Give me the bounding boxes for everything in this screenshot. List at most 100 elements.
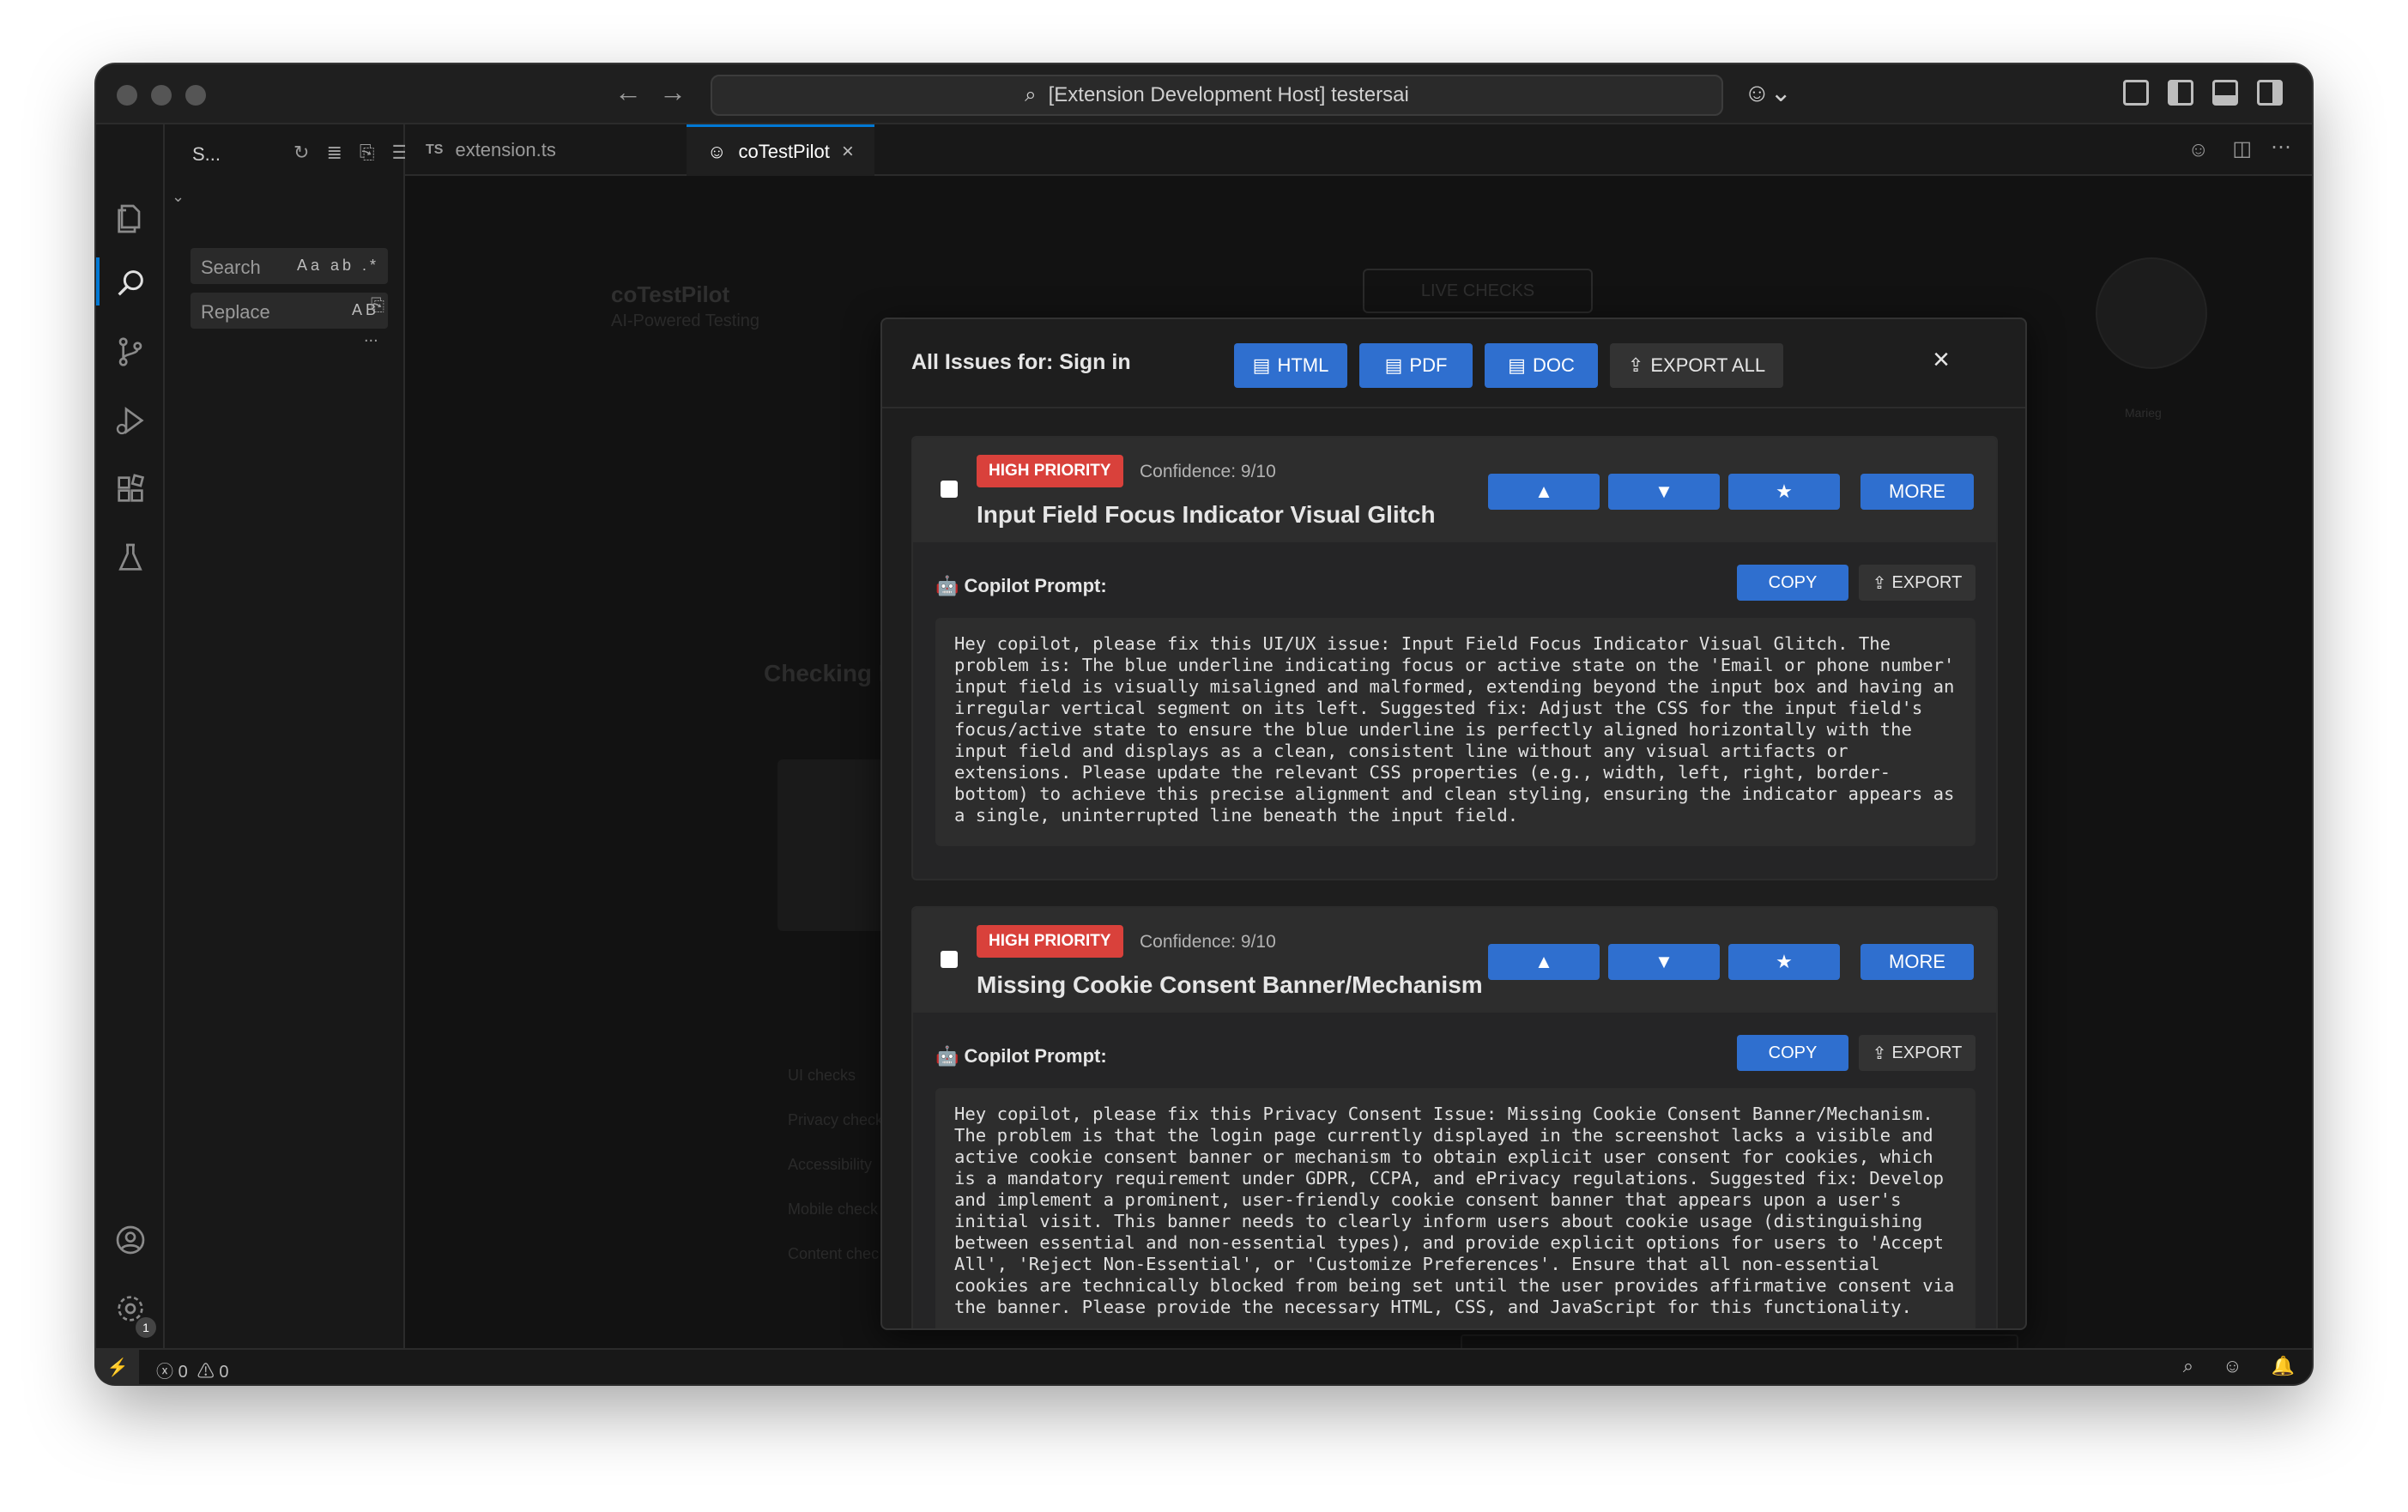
status-bar: ⚡ ⓧ 0 ⚠ 0 ⌕ ☺ 🔔 xyxy=(96,1348,2312,1384)
prompt-label-text: Copilot Prompt: xyxy=(964,575,1107,596)
clear-results-icon[interactable]: ≣ xyxy=(326,142,342,164)
minimize-window-dot[interactable] xyxy=(151,85,172,106)
document-icon: ▤ xyxy=(1252,354,1271,376)
close-modal-icon[interactable]: × xyxy=(1933,343,1950,377)
new-search-editor-icon[interactable]: ⎘ xyxy=(360,142,375,164)
star-button[interactable]: ★ xyxy=(1728,474,1840,510)
modal-title: All Issues for: Sign in xyxy=(911,350,1131,374)
bg-list-item: UI checks xyxy=(788,1067,856,1084)
copilot-prompt-text[interactable]: Hey copilot, please fix this Privacy Con… xyxy=(935,1088,1975,1328)
account-icon[interactable] xyxy=(113,1223,148,1257)
tab-extension-ts[interactable]: TS extension.ts xyxy=(405,124,577,176)
copilot-icon[interactable]: ☺⌄ xyxy=(1744,78,1792,108)
toggle-panel-icon[interactable] xyxy=(2212,80,2238,106)
downvote-button[interactable]: ▼ xyxy=(1608,474,1720,510)
bg-checking-text: Checking P xyxy=(764,660,895,686)
export-pdf-button[interactable]: ▤ PDF xyxy=(1359,343,1473,388)
button-label: EXPORT ALL xyxy=(1650,354,1766,376)
upvote-button[interactable]: ▲ xyxy=(1488,944,1600,980)
search-input-placeholder: Search xyxy=(201,257,261,278)
vscode-window: ← → ⌕ [Extension Development Host] teste… xyxy=(96,64,2312,1384)
warning-count: 0 xyxy=(219,1363,229,1382)
split-editor-icon[interactable]: ◫ xyxy=(2232,136,2252,161)
copilot-status-icon[interactable]: ☺ xyxy=(2223,1355,2242,1377)
more-button[interactable]: MORE xyxy=(1860,944,1974,980)
typescript-file-icon: TS xyxy=(426,142,444,157)
issue-header: HIGH PRIORITY Confidence: 9/10 Missing C… xyxy=(913,908,1996,1013)
bg-app-title: coTestPilot xyxy=(611,281,730,307)
tab-label: coTestPilot xyxy=(738,140,830,162)
copilot-prompt-label: 🤖 Copilot Prompt: xyxy=(935,575,1107,597)
issue-header: HIGH PRIORITY Confidence: 9/10 Input Fie… xyxy=(913,438,1996,542)
toggle-secondary-sidebar-icon[interactable] xyxy=(2257,80,2283,106)
more-options[interactable]: ... xyxy=(364,327,378,347)
issue-card: HIGH PRIORITY Confidence: 9/10 Missing C… xyxy=(911,906,1998,1328)
problems-indicator[interactable]: ⓧ 0 ⚠ 0 xyxy=(156,1358,229,1382)
title-bar: ← → ⌕ [Extension Development Host] teste… xyxy=(96,64,2312,124)
replace-all-icon[interactable]: ⎘ xyxy=(371,296,384,316)
testing-flask-icon[interactable] xyxy=(113,541,148,575)
issue-title: Input Field Focus Indicator Visual Glitc… xyxy=(977,501,1436,528)
replace-input-placeholder: Replace xyxy=(201,301,270,323)
document-icon: ▤ xyxy=(1384,354,1403,376)
button-label: PDF xyxy=(1409,354,1448,376)
bg-check-list: UI checks Privacy check Accessibility Mo… xyxy=(788,1053,883,1276)
toggle-replace-chevron-icon[interactable]: ⌄ xyxy=(172,188,185,206)
copilot-prompt-text[interactable]: Hey copilot, please fix this UI/UX issue… xyxy=(935,618,1975,846)
source-control-icon[interactable] xyxy=(113,335,148,369)
tab-cotestpilot[interactable]: ☺ coTestPilot × xyxy=(687,124,874,176)
close-tab-icon[interactable]: × xyxy=(842,140,854,164)
downvote-button[interactable]: ▼ xyxy=(1608,944,1720,980)
priority-badge: HIGH PRIORITY xyxy=(977,925,1123,958)
forward-arrow-icon[interactable]: → xyxy=(659,76,687,108)
robot-icon: 🤖 xyxy=(935,575,965,596)
export-button[interactable]: ⇪ EXPORT xyxy=(1859,565,1975,601)
issue-select-checkbox[interactable] xyxy=(941,951,958,968)
modal-header: All Issues for: Sign in ▤ HTML ▤ PDF ▤ DOC … xyxy=(882,319,2025,408)
upvote-button[interactable]: ▲ xyxy=(1488,474,1600,510)
pilot-action-icon[interactable]: ☺ xyxy=(2187,138,2209,162)
remote-indicator-icon[interactable]: ⚡ xyxy=(96,1350,139,1384)
export-all-button[interactable]: ⇪ EXPORT ALL xyxy=(1610,343,1783,388)
search-icon[interactable] xyxy=(113,266,148,300)
replace-input[interactable]: Replace AB xyxy=(191,293,388,329)
search-input[interactable]: Search Aa ab .* xyxy=(191,248,388,284)
export-tray-icon: ⇪ xyxy=(1872,573,1887,593)
more-button[interactable]: MORE xyxy=(1860,474,1974,510)
notifications-bell-icon[interactable]: 🔔 xyxy=(2272,1355,2295,1377)
command-center[interactable]: ⌕ [Extension Development Host] testersai xyxy=(711,75,1723,116)
editor-area: TS extension.ts ☺ coTestPilot × ☺ ◫ ⋯ co… xyxy=(405,124,2312,1369)
more-actions-icon[interactable]: ⋯ xyxy=(2271,135,2291,160)
tab-label: extension.ts xyxy=(455,139,556,160)
export-button[interactable]: ⇪ EXPORT xyxy=(1859,1035,1975,1071)
customize-layout-icon[interactable] xyxy=(2123,80,2149,106)
export-tray-icon: ⇪ xyxy=(1627,354,1644,376)
search-icon: ⌕ xyxy=(1025,83,1037,106)
copy-button[interactable]: COPY xyxy=(1737,565,1848,601)
export-html-button[interactable]: ▤ HTML xyxy=(1234,343,1347,388)
copy-button[interactable]: COPY xyxy=(1737,1035,1848,1071)
issue-select-checkbox[interactable] xyxy=(941,481,958,498)
warning-icon: ⚠ xyxy=(192,1363,215,1382)
back-arrow-icon[interactable]: ← xyxy=(614,76,642,108)
issue-card: HIGH PRIORITY Confidence: 9/10 Input Fie… xyxy=(911,436,1998,880)
confidence-label: Confidence: 9/10 xyxy=(1140,462,1276,481)
document-icon: ▤ xyxy=(1508,354,1526,376)
star-button[interactable]: ★ xyxy=(1728,944,1840,980)
run-debug-icon[interactable] xyxy=(113,403,148,438)
status-bar-right: ⌕ ☺ 🔔 xyxy=(2183,1355,2295,1377)
close-window-dot[interactable] xyxy=(117,85,137,106)
search-options[interactable]: Aa ab .* xyxy=(297,257,379,275)
button-label: HTML xyxy=(1277,354,1329,376)
refresh-icon[interactable]: ↻ xyxy=(293,142,309,164)
zoom-icon[interactable]: ⌕ xyxy=(2183,1355,2193,1377)
pilot-icon: ☺ xyxy=(707,140,727,162)
bg-thumbnail xyxy=(777,759,889,931)
command-center-label: [Extension Development Host] testersai xyxy=(1048,83,1409,106)
search-sidebar: S... ↻ ≣ ⎘ ☰ ⧉ ⌄ Search Aa ab .* Replace… xyxy=(165,124,439,1348)
explorer-icon[interactable] xyxy=(113,202,148,236)
toggle-primary-sidebar-icon[interactable] xyxy=(2168,80,2193,106)
extensions-icon[interactable] xyxy=(113,472,148,506)
export-doc-button[interactable]: ▤ DOC xyxy=(1485,343,1598,388)
maximize-window-dot[interactable] xyxy=(185,85,206,106)
